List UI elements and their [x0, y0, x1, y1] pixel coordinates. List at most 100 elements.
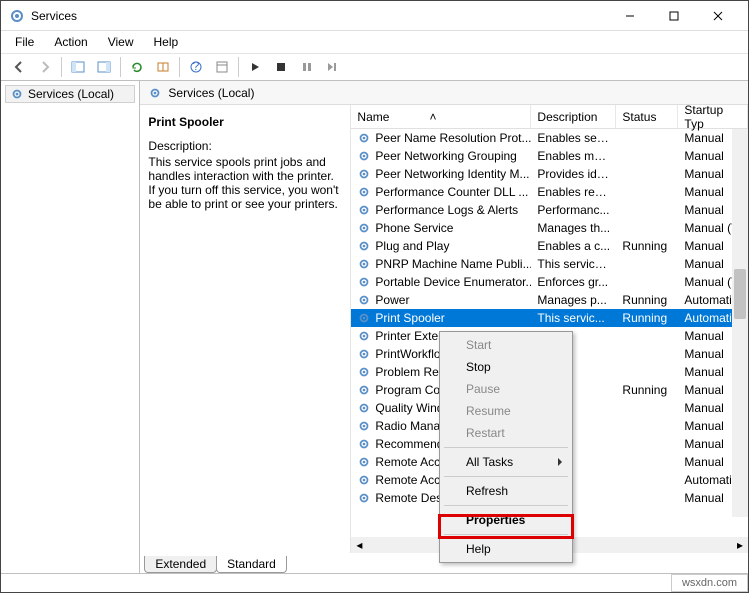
ctx-start[interactable]: Start: [442, 334, 570, 356]
gear-icon: [357, 131, 371, 145]
service-status: Running: [616, 293, 678, 307]
tab-extended[interactable]: Extended: [144, 556, 217, 573]
service-name: PNRP Machine Name Publi...: [375, 257, 531, 271]
ctx-refresh[interactable]: Refresh: [442, 480, 570, 502]
service-name: Peer Networking Grouping: [375, 149, 516, 163]
vertical-scrollbar[interactable]: [732, 129, 748, 517]
table-row[interactable]: Performance Counter DLL ...Enables rem..…: [351, 183, 748, 201]
column-headers: Name˄ Description Status Startup Typ: [351, 105, 748, 129]
service-description: This service ...: [531, 257, 616, 271]
refresh-button[interactable]: [125, 55, 149, 79]
selected-service-name: Print Spooler: [148, 115, 342, 129]
description-pane: Print Spooler Description: This service …: [140, 105, 350, 553]
service-status: Running: [616, 383, 678, 397]
gear-icon: [357, 401, 371, 415]
gear-icon: [357, 437, 371, 451]
export-button[interactable]: [151, 55, 175, 79]
service-description: This servic...: [531, 311, 616, 325]
table-row[interactable]: Print SpoolerThis servic...RunningAutoma…: [351, 309, 748, 327]
description-label: Description:: [148, 139, 342, 153]
minimize-button[interactable]: [608, 1, 652, 31]
gear-icon: [357, 419, 371, 433]
scrollbar-thumb[interactable]: [734, 269, 746, 319]
gear-icon: [357, 455, 371, 469]
service-name: Peer Name Resolution Prot...: [375, 131, 531, 145]
ctx-restart[interactable]: Restart: [442, 422, 570, 444]
menu-view[interactable]: View: [100, 33, 142, 51]
properties-button[interactable]: [210, 55, 234, 79]
table-row[interactable]: Portable Device Enumerator...Enforces gr…: [351, 273, 748, 291]
tab-standard[interactable]: Standard: [216, 556, 287, 573]
menu-help[interactable]: Help: [146, 33, 187, 51]
service-name: Portable Device Enumerator...: [375, 275, 531, 289]
window-title: Services: [31, 9, 77, 23]
close-button[interactable]: [696, 1, 740, 31]
main-header: Services (Local): [140, 81, 748, 105]
ctx-properties[interactable]: Properties: [442, 509, 570, 531]
menu-file[interactable]: File: [7, 33, 42, 51]
back-button[interactable]: [7, 55, 31, 79]
gear-icon: [357, 311, 371, 325]
restart-service-button[interactable]: [321, 55, 345, 79]
tree-pane: Services (Local): [1, 81, 140, 573]
table-row[interactable]: PowerManages p...RunningAutomatic: [351, 291, 748, 309]
gear-icon: [148, 86, 162, 100]
table-row[interactable]: Peer Name Resolution Prot...Enables serv…: [351, 129, 748, 147]
col-startup-type[interactable]: Startup Typ: [678, 105, 748, 128]
help-button[interactable]: ?: [184, 55, 208, 79]
stop-service-button[interactable]: [269, 55, 293, 79]
service-description: Enforces gr...: [531, 275, 616, 289]
table-row[interactable]: Peer Networking Identity M...Provides id…: [351, 165, 748, 183]
maximize-button[interactable]: [652, 1, 696, 31]
scroll-right-icon[interactable]: ▸: [732, 537, 748, 553]
ctx-all-tasks[interactable]: All Tasks: [442, 451, 570, 473]
service-description: Enables serv...: [531, 131, 616, 145]
forward-button[interactable]: [33, 55, 57, 79]
service-description: Performanc...: [531, 203, 616, 217]
sort-indicator-icon: ˄: [429, 110, 436, 124]
show-hide-tree-button[interactable]: [66, 55, 90, 79]
start-service-button[interactable]: [243, 55, 267, 79]
table-row[interactable]: Peer Networking GroupingEnables mul...Ma…: [351, 147, 748, 165]
show-hide-action-button[interactable]: [92, 55, 116, 79]
gear-icon: [357, 383, 371, 397]
service-status: Running: [616, 239, 678, 253]
gear-icon: [357, 347, 371, 361]
ctx-stop[interactable]: Stop: [442, 356, 570, 378]
table-row[interactable]: Phone ServiceManages th...Manual (Tr: [351, 219, 748, 237]
description-text: This service spools print jobs and handl…: [148, 155, 342, 211]
service-name: Print Spooler: [375, 311, 444, 325]
table-row[interactable]: PNRP Machine Name Publi...This service .…: [351, 255, 748, 273]
table-row[interactable]: Plug and PlayEnables a c...RunningManual: [351, 237, 748, 255]
gear-icon: [357, 293, 371, 307]
table-row[interactable]: Performance Logs & AlertsPerformanc...Ma…: [351, 201, 748, 219]
gear-icon: [357, 221, 371, 235]
ctx-resume[interactable]: Resume: [442, 400, 570, 422]
ctx-help[interactable]: Help: [442, 538, 570, 560]
service-description: Provides ide...: [531, 167, 616, 181]
service-description: Enables a c...: [531, 239, 616, 253]
service-description: Enables mul...: [531, 149, 616, 163]
service-description: Manages p...: [531, 293, 616, 307]
service-name: Performance Counter DLL ...: [375, 185, 528, 199]
gear-icon: [357, 275, 371, 289]
scroll-left-icon[interactable]: ◂: [351, 537, 367, 553]
col-description[interactable]: Description: [531, 105, 616, 128]
service-name: Performance Logs & Alerts: [375, 203, 518, 217]
service-name: Peer Networking Identity M...: [375, 167, 529, 181]
service-description: Enables rem...: [531, 185, 616, 199]
ctx-pause[interactable]: Pause: [442, 378, 570, 400]
gear-icon: [357, 203, 371, 217]
col-status[interactable]: Status: [616, 105, 678, 128]
service-name: Plug and Play: [375, 239, 449, 253]
gear-icon: [357, 257, 371, 271]
gear-icon: [357, 185, 371, 199]
toolbar: ?: [1, 53, 748, 81]
tree-root[interactable]: Services (Local): [5, 85, 135, 103]
service-description: Manages th...: [531, 221, 616, 235]
title-bar: Services: [1, 1, 748, 31]
pause-service-button[interactable]: [295, 55, 319, 79]
col-name[interactable]: Name˄: [351, 105, 531, 128]
menu-action[interactable]: Action: [46, 33, 95, 51]
service-name: Power: [375, 293, 409, 307]
